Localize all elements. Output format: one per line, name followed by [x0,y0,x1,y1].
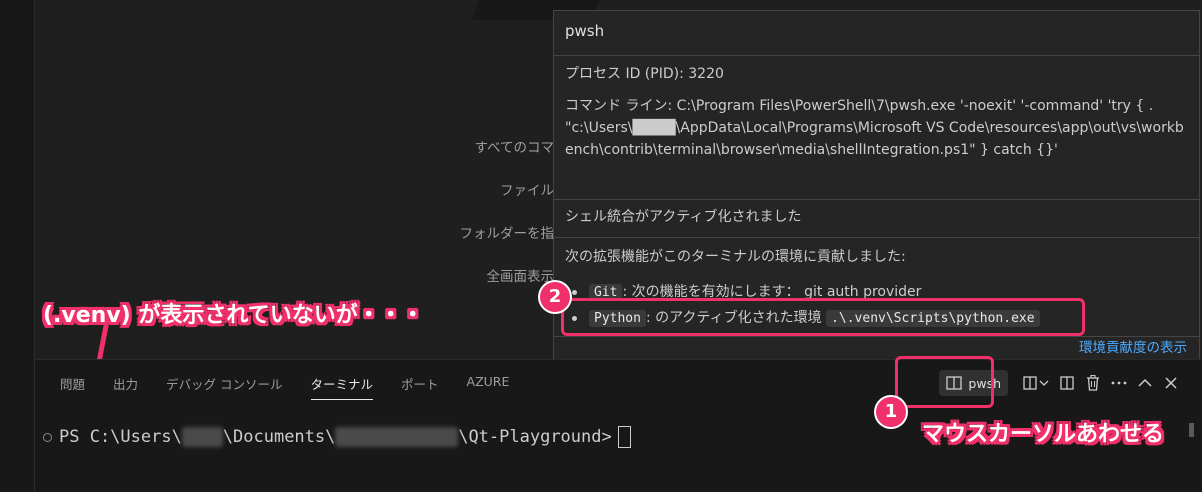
hint-file: ファイル [500,183,554,199]
activity-bar [0,0,35,492]
terminal-prompt[interactable]: PS C:\Users\████\Documents\████████████\… [43,426,631,448]
split-icon [1060,376,1074,390]
scrollbar-thumb[interactable] [1189,423,1194,437]
command-decoration-icon [43,432,52,442]
blurred-folder: ████████████ [335,427,459,447]
prompt-mid: \Documents\ [222,427,336,447]
tab-azure[interactable]: AZURE [467,374,510,400]
hint-folder: フォルダーを指 [459,226,555,242]
hint-all-commands: すべてのコマ [474,140,554,156]
kill-terminal-button[interactable] [1080,370,1106,396]
hover-shell-integration: シェル統合がアクティブ化されました [565,209,802,225]
badge-2: 2 [540,282,570,312]
bullet-dot [572,289,577,295]
hover-title: pwsh [565,22,605,40]
panel-tabs: 問題 出力 デバッグ コンソール ターミナル ポート AZURE [60,374,537,400]
close-panel-button[interactable] [1158,370,1184,396]
pwsh-highlight-box [895,356,994,408]
blurred-username: ████ [181,427,223,447]
chevron-up-icon [1138,378,1152,387]
prompt-end: \Qt-Playground> [458,427,612,447]
divider [554,237,1199,238]
hint-fullscreen: 全画面表示 [486,269,555,285]
divider [554,55,1199,56]
tab-output[interactable]: 出力 [113,374,138,400]
more-actions-button[interactable] [1106,370,1132,396]
terminal-cursor [617,426,631,448]
show-environment-contributions-link[interactable]: 環境貢献度の表示 [1079,336,1187,356]
prompt-start: PS C:\Users\ [59,427,182,447]
callout-hover-cursor: マウスカーソルあわせる [922,422,1165,447]
badge-1: 1 [876,397,906,427]
hover-command-line: コマンド ライン: C:\Program Files\PowerShell\7\… [565,98,1184,158]
hover-contrib-heading: 次の拡張機能がこのターミナルの環境に貢献しました: [565,249,906,265]
split-dropdown-icon [1023,376,1049,390]
tab-problems[interactable]: 問題 [60,374,85,400]
trash-icon [1087,375,1099,391]
close-icon [1165,377,1177,389]
tab-debug-console[interactable]: デバッグ コンソール [166,374,282,400]
maximize-panel-button[interactable] [1132,370,1158,396]
divider [554,199,1199,200]
python-highlight-box [561,298,1085,336]
new-terminal-dropdown[interactable] [1020,370,1054,396]
tab-terminal[interactable]: ターミナル [310,374,374,400]
ellipsis-icon [1111,381,1127,385]
hover-pid: プロセス ID (PID): 3220 [565,66,724,82]
tab-ports[interactable]: ポート [401,374,439,400]
split-terminal-button[interactable] [1054,370,1080,396]
